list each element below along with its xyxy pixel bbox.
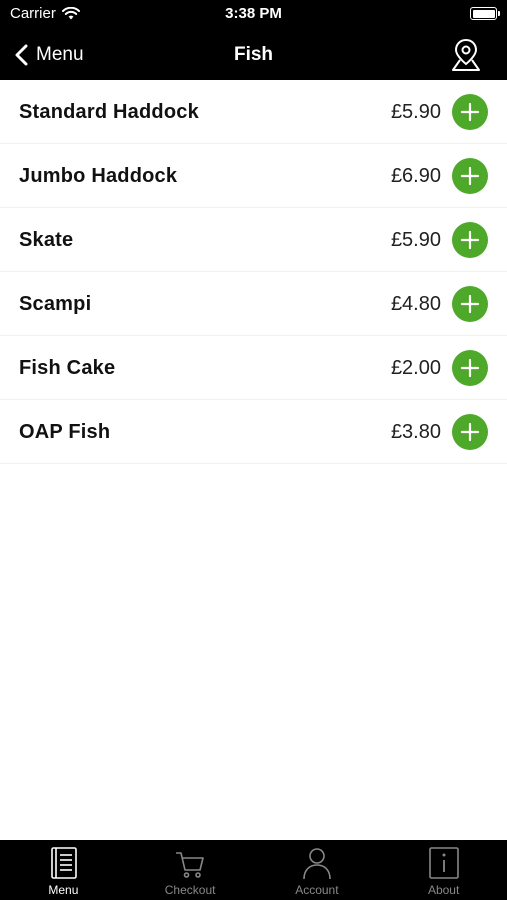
menu-book-icon xyxy=(51,847,78,879)
user-icon xyxy=(303,848,331,880)
tab-label: Checkout xyxy=(164,883,216,897)
item-name: Standard Haddock xyxy=(19,101,199,123)
back-button[interactable]: Menu xyxy=(14,30,84,80)
location-pin-icon[interactable] xyxy=(451,38,481,72)
tab-label: Menu xyxy=(48,883,79,897)
plus-icon xyxy=(460,422,480,442)
tab-about[interactable]: About xyxy=(380,840,507,900)
back-button-label: Menu xyxy=(36,44,84,65)
plus-icon xyxy=(460,230,480,250)
info-icon xyxy=(428,847,459,879)
item-price: £5.90 xyxy=(390,229,441,251)
item-name: Fish Cake xyxy=(19,357,116,379)
status-time: 3:38 PM xyxy=(225,5,282,22)
item-price: £2.00 xyxy=(390,357,441,379)
menu-item[interactable]: Fish Cake £2.00 xyxy=(0,336,507,400)
tab-label: Account xyxy=(295,883,339,897)
menu-item[interactable]: OAP Fish £3.80 xyxy=(0,400,507,464)
menu-item[interactable]: Skate £5.90 xyxy=(0,208,507,272)
tab-account[interactable]: Account xyxy=(254,840,381,900)
tab-checkout[interactable]: Checkout xyxy=(127,840,254,900)
add-item-button[interactable] xyxy=(452,222,488,258)
navigation-bar: Menu Fish xyxy=(0,30,507,80)
add-item-button[interactable] xyxy=(452,94,488,130)
item-price: £6.90 xyxy=(390,165,441,187)
item-price: £3.80 xyxy=(390,421,441,443)
menu-item-list: Standard Haddock £5.90 Jumbo Haddock £6.… xyxy=(0,80,507,464)
tab-label: About xyxy=(427,883,460,897)
add-item-button[interactable] xyxy=(452,286,488,322)
add-item-button[interactable] xyxy=(452,158,488,194)
item-name: Jumbo Haddock xyxy=(19,165,178,187)
plus-icon xyxy=(460,102,480,122)
item-name: Scampi xyxy=(19,293,92,315)
status-bar: Carrier 3:38 PM xyxy=(0,0,507,30)
chevron-left-icon xyxy=(15,44,28,66)
add-item-button[interactable] xyxy=(452,414,488,450)
battery-icon xyxy=(470,7,500,20)
item-price: £5.90 xyxy=(390,101,441,123)
tab-bar: Menu Checkout Account About xyxy=(0,840,507,900)
tab-menu[interactable]: Menu xyxy=(0,840,127,900)
add-item-button[interactable] xyxy=(452,350,488,386)
plus-icon xyxy=(460,358,480,378)
menu-item[interactable]: Jumbo Haddock £6.90 xyxy=(0,144,507,208)
plus-icon xyxy=(460,294,480,314)
item-name: Skate xyxy=(19,229,74,251)
menu-item[interactable]: Standard Haddock £5.90 xyxy=(0,80,507,144)
item-price: £4.80 xyxy=(390,293,441,315)
cart-icon xyxy=(176,852,204,878)
menu-item[interactable]: Scampi £4.80 xyxy=(0,272,507,336)
plus-icon xyxy=(460,166,480,186)
item-name: OAP Fish xyxy=(19,421,111,443)
